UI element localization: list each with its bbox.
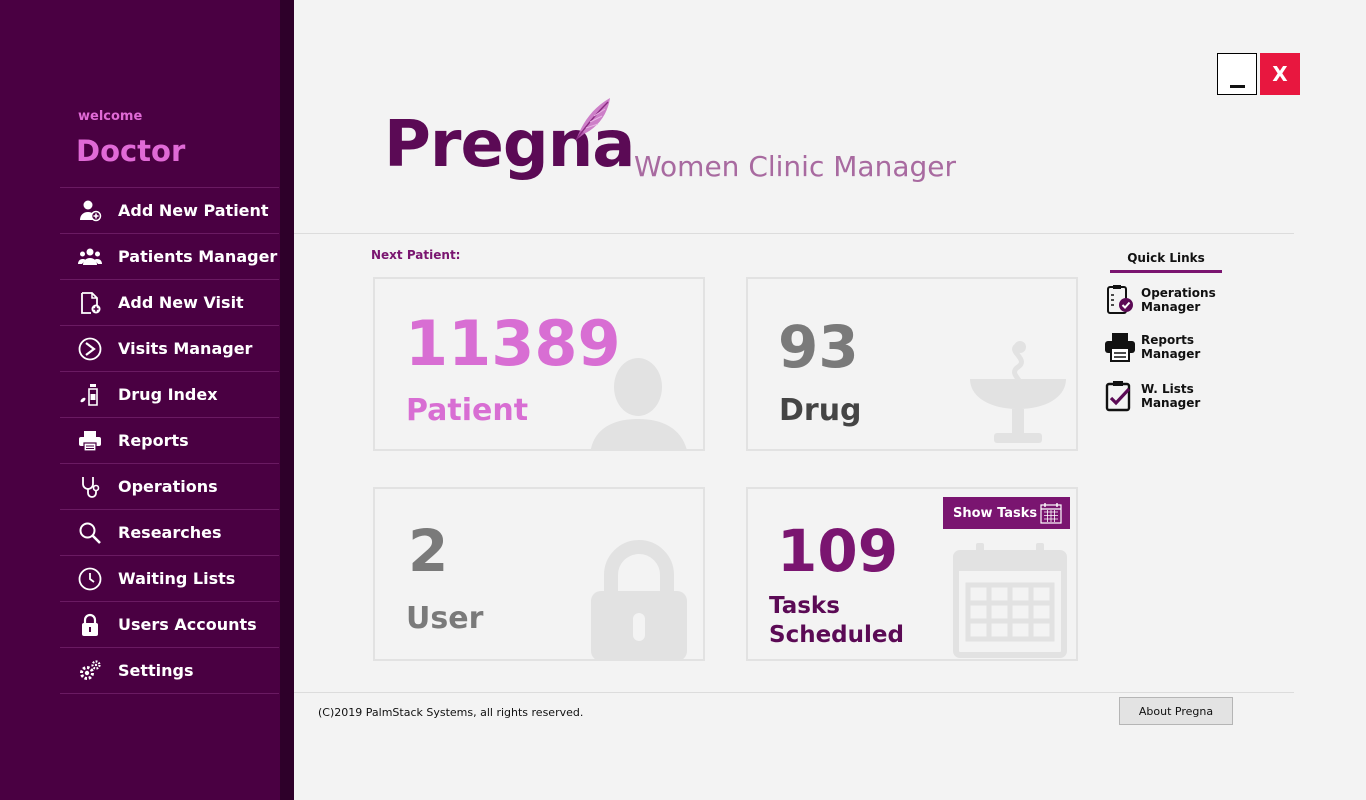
sidebar-edge — [280, 0, 294, 800]
clipboard-check-icon — [1107, 285, 1133, 314]
sidebar-item-reports[interactable]: Reports — [60, 418, 279, 464]
sidebar-item-label: Settings — [118, 661, 194, 680]
copyright-text: (C)2019 PalmStack Systems, all rights re… — [318, 706, 584, 719]
checklist-icon — [1105, 381, 1131, 412]
sidebar-item-label: Reports — [118, 431, 189, 450]
sidebar-item-label: Users Accounts — [118, 615, 257, 634]
footer-divider — [294, 692, 1294, 693]
visits-manager-icon — [77, 336, 103, 362]
calendar-icon — [1040, 503, 1062, 524]
sidebar-item-label: Visits Manager — [118, 339, 253, 358]
quick-link-label: Operations Manager — [1141, 286, 1231, 314]
app-logo-subtitle: Women Clinic Manager — [634, 150, 956, 183]
quick-link-line1: Operations — [1141, 286, 1216, 300]
drug-label: Drug — [779, 393, 862, 428]
sidebar-item-label: Drug Index — [118, 385, 218, 404]
tasks-label: Tasks Scheduled — [769, 592, 904, 650]
sidebar-item-label: Researches — [118, 523, 222, 542]
about-button[interactable]: About Pregna — [1119, 697, 1233, 725]
search-icon — [77, 520, 103, 546]
drug-index-icon — [77, 382, 103, 408]
minimize-button[interactable] — [1217, 53, 1257, 95]
patient-count: 11389 — [405, 307, 621, 380]
sidebar-item-visits-manager[interactable]: Visits Manager — [60, 326, 279, 372]
quick-link-label: W. Lists Manager — [1141, 382, 1231, 410]
welcome-label: welcome — [78, 109, 143, 124]
patient-stat-card[interactable]: 11389 Patient — [373, 277, 705, 451]
quick-link-operations-manager[interactable]: Operations Manager — [1104, 284, 1231, 316]
printer-icon — [1105, 333, 1135, 362]
quick-link-line1: W. Lists — [1141, 382, 1194, 396]
sidebar-item-label: Add New Patient — [118, 201, 269, 220]
user-stat-card[interactable]: 2 User — [373, 487, 705, 661]
quick-link-line2: Manager — [1141, 300, 1201, 314]
user-count: 2 — [408, 517, 449, 585]
sidebar-item-patients-manager[interactable]: Patients Manager — [60, 234, 279, 280]
next-patient-label: Next Patient: — [371, 248, 461, 262]
calendar-bg-icon — [953, 543, 1067, 658]
quick-link-line1: Reports — [1141, 333, 1195, 347]
quick-link-reports-manager[interactable]: Reports Manager — [1104, 331, 1231, 363]
sidebar: welcome Doctor Add New Patient Patients … — [0, 0, 280, 800]
sidebar-item-label: Waiting Lists — [118, 569, 236, 588]
show-tasks-button[interactable]: Show Tasks — [943, 497, 1070, 529]
add-patient-icon — [77, 198, 103, 224]
quick-link-w-lists-manager[interactable]: W. Lists Manager — [1104, 380, 1231, 412]
user-label: User — [406, 601, 484, 636]
printer-icon — [77, 428, 103, 454]
sidebar-item-researches[interactable]: Researches — [60, 510, 279, 556]
sidebar-nav: Add New Patient Patients Manager Add New… — [60, 187, 279, 694]
sidebar-item-label: Patients Manager — [118, 247, 278, 266]
tasks-label-line2: Scheduled — [769, 622, 904, 648]
sidebar-item-settings[interactable]: Settings — [60, 648, 279, 694]
tasks-label-line1: Tasks — [769, 593, 840, 619]
drug-stat-card[interactable]: 93 Drug — [746, 277, 1078, 451]
quick-link-label: Reports Manager — [1141, 333, 1231, 361]
sidebar-item-drug-index[interactable]: Drug Index — [60, 372, 279, 418]
header-divider — [294, 233, 1294, 234]
stethoscope-icon — [77, 474, 103, 500]
patients-group-icon — [77, 244, 103, 270]
sidebar-item-label: Operations — [118, 477, 218, 496]
sidebar-item-users-accounts[interactable]: Users Accounts — [60, 602, 279, 648]
sidebar-item-add-new-patient[interactable]: Add New Patient — [60, 188, 279, 234]
patient-label: Patient — [406, 393, 529, 428]
quick-link-line2: Manager — [1141, 396, 1201, 410]
sidebar-item-operations[interactable]: Operations — [60, 464, 279, 510]
user-name: Doctor — [76, 134, 186, 168]
show-tasks-label: Show Tasks — [953, 505, 1038, 521]
gear-icon — [77, 658, 103, 684]
lock-bg-icon — [591, 540, 687, 659]
pharmacy-bowl-icon — [970, 341, 1066, 443]
drug-count: 93 — [778, 313, 859, 381]
sidebar-item-waiting-lists[interactable]: Waiting Lists — [60, 556, 279, 602]
close-button[interactable]: X — [1260, 53, 1300, 95]
add-visit-icon — [77, 290, 103, 316]
tasks-count: 109 — [777, 517, 899, 585]
quick-link-line2: Manager — [1141, 347, 1201, 361]
lock-icon — [77, 612, 103, 638]
clock-icon — [77, 566, 103, 592]
quick-links-title: Quick Links — [1110, 251, 1222, 273]
feather-icon — [575, 98, 610, 141]
sidebar-item-label: Add New Visit — [118, 293, 244, 312]
sidebar-item-add-new-visit[interactable]: Add New Visit — [60, 280, 279, 326]
